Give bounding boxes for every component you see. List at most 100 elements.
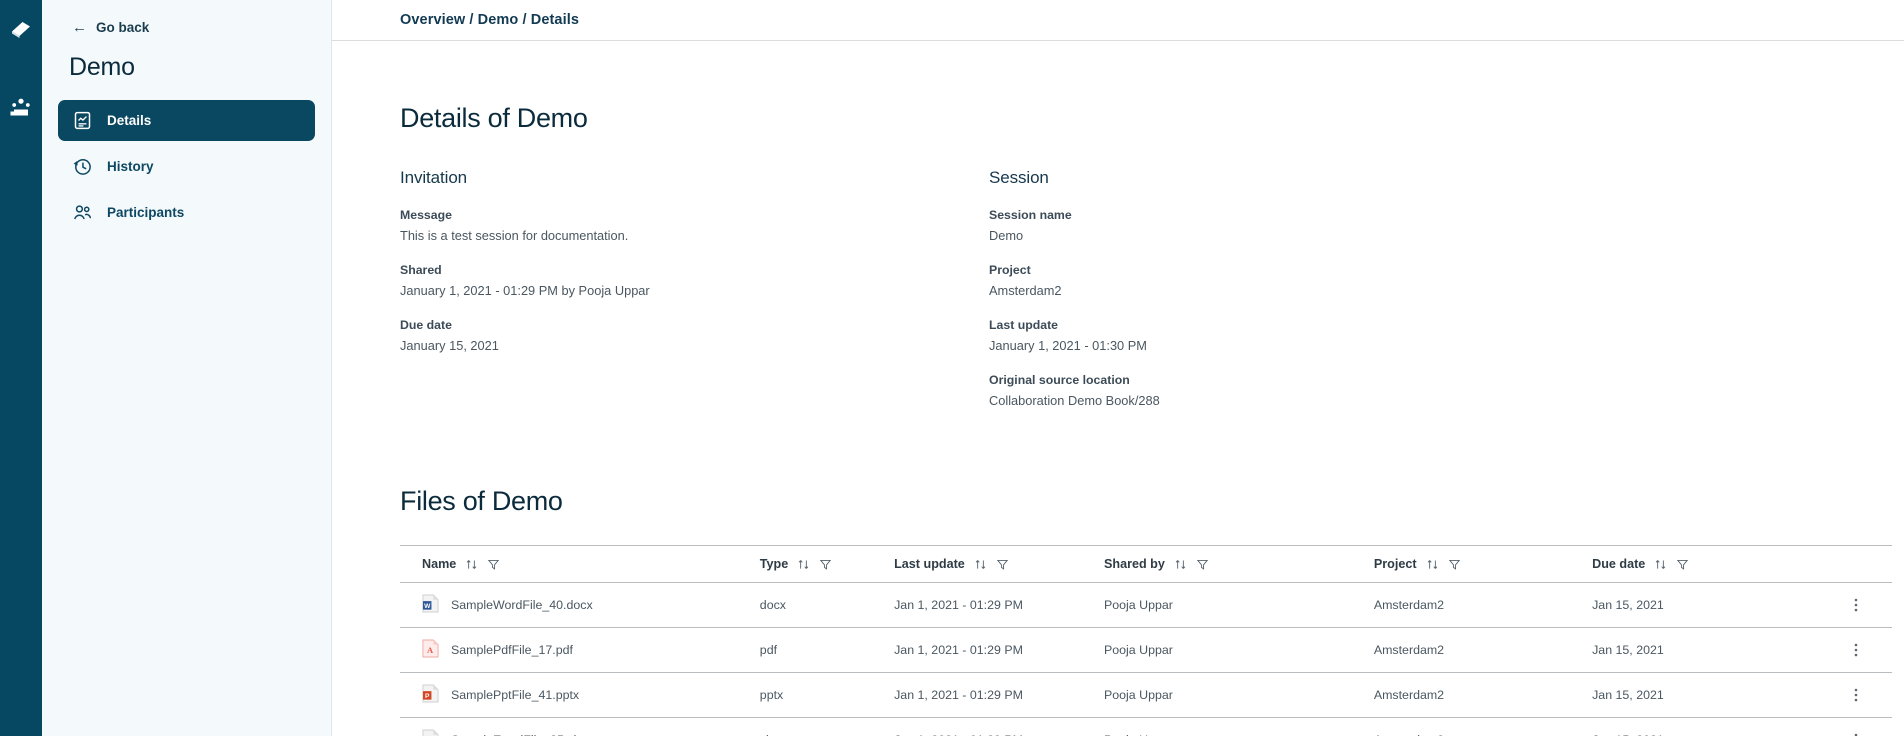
history-clock-icon (72, 156, 93, 177)
sidebar-item-details[interactable]: Details (58, 100, 315, 141)
column-header-name: Name (400, 545, 760, 583)
table-row[interactable]: A SamplePdfFile_17.pdf pdf Jan 1, 2021 -… (400, 627, 1892, 673)
files-table: Name Type Last update Shared by Project … (400, 545, 1892, 736)
column-label: Project (1373, 557, 1417, 571)
file-due-date: Jan 15, 2021 (1592, 627, 1820, 673)
invitation-heading: Invitation (400, 168, 468, 187)
file-shared-by: Pooja Uppar (1103, 672, 1374, 718)
field-session-name: Session name Demo (989, 208, 1474, 243)
sidebar-item-label: Details (107, 113, 152, 128)
sidebar-item-label: History (107, 159, 154, 174)
book-logo-icon[interactable] (0, 8, 42, 50)
sort-icon[interactable] (465, 558, 478, 571)
file-project: Amsterdam2 (1373, 672, 1593, 718)
more-options-icon[interactable] (1820, 597, 1892, 613)
page-title: Details of Demo (400, 103, 588, 133)
column-label: Last update (894, 557, 965, 571)
file-type: pptx (759, 672, 895, 718)
column-header-type: Type (759, 545, 895, 583)
details-columns: Invitation Message This is a test sessio… (400, 168, 1892, 428)
filter-icon[interactable] (487, 558, 500, 571)
content-scroll: Details of Demo Invitation Message This … (332, 41, 1904, 736)
file-type: pdf (759, 627, 895, 673)
sort-icon[interactable] (1174, 558, 1187, 571)
field-label: Due date (400, 318, 452, 332)
filter-icon[interactable] (1676, 558, 1689, 571)
field-value: January 1, 2021 - 01:30 PM (989, 338, 1147, 353)
file-shared-by: Pooja Uppar (1103, 717, 1374, 736)
column-header-last-update: Last update (894, 545, 1104, 583)
svg-text:A: A (427, 645, 434, 655)
file-name[interactable]: SamplePdfFile_17.pdf (451, 643, 573, 657)
table-row[interactable]: X SampleExcelFile_35.xlsx xlsx Jan 1, 20… (400, 717, 1892, 736)
filter-icon[interactable] (1196, 558, 1209, 571)
session-sidebar: ← Go back Demo Details History Participa… (42, 0, 332, 736)
field-value: January 1, 2021 - 01:29 PM by Pooja Uppa… (400, 283, 650, 298)
sort-icon[interactable] (797, 558, 810, 571)
field-label: Original source location (989, 373, 1130, 387)
sidebar-item-label: Participants (107, 205, 185, 220)
filter-icon[interactable] (996, 558, 1009, 571)
sort-icon[interactable] (1426, 558, 1439, 571)
sort-icon[interactable] (1654, 558, 1667, 571)
field-value: Demo (989, 228, 1024, 243)
back-arrow-icon: ← (72, 19, 87, 36)
column-label: Type (759, 557, 789, 571)
app-root: ← Go back Demo Details History Participa… (0, 0, 1904, 736)
sort-icon[interactable] (974, 558, 987, 571)
breadcrumb[interactable]: Overview / Demo / Details (400, 12, 579, 28)
file-last-update: Jan 1, 2021 - 01:29 PM (894, 627, 1104, 673)
more-options-icon[interactable] (1820, 687, 1892, 703)
svg-text:P: P (425, 693, 430, 700)
file-shared-by: Pooja Uppar (1103, 582, 1374, 628)
sidebar-title: Demo (69, 53, 135, 81)
file-project: Amsterdam2 (1373, 627, 1593, 673)
field-project: Project Amsterdam2 (989, 263, 1474, 298)
column-header-actions (1819, 545, 1892, 583)
collaboration-group-icon[interactable] (0, 86, 42, 128)
filter-icon[interactable] (1448, 558, 1461, 571)
svg-text:W: W (424, 603, 431, 610)
file-project: Amsterdam2 (1373, 717, 1593, 736)
files-title: Files of Demo (400, 486, 563, 516)
field-label: Project (989, 263, 1031, 277)
field-value: This is a test session for documentation… (400, 228, 629, 243)
more-options-icon[interactable] (1820, 642, 1892, 658)
file-name[interactable]: SampleWordFile_40.docx (451, 598, 593, 612)
table-row[interactable]: W SampleWordFile_40.docx docx Jan 1, 202… (400, 582, 1892, 628)
field-shared: Shared January 1, 2021 - 01:29 PM by Poo… (400, 263, 885, 298)
excel-file-icon: X (422, 729, 439, 736)
sidebar-item-participants[interactable]: Participants (58, 192, 315, 233)
column-label: Name (422, 557, 457, 571)
file-last-update: Jan 1, 2021 - 01:29 PM (894, 717, 1104, 736)
field-original-source-location: Original source location Collaboration D… (989, 373, 1474, 408)
powerpoint-file-icon: P (422, 684, 439, 706)
table-row[interactable]: P SamplePptFile_41.pptx pptx Jan 1, 2021… (400, 672, 1892, 718)
more-options-icon[interactable] (1820, 732, 1892, 736)
go-back-button[interactable]: ← Go back (68, 14, 315, 41)
field-due-date: Due date January 15, 2021 (400, 318, 885, 353)
field-label: Message (400, 208, 452, 222)
main-area: Overview / Demo / Details Details of Dem… (332, 0, 1904, 736)
session-heading: Session (989, 168, 1049, 187)
file-last-update: Jan 1, 2021 - 01:29 PM (894, 672, 1104, 718)
file-due-date: Jan 15, 2021 (1592, 672, 1820, 718)
pdf-file-icon: A (422, 639, 439, 661)
file-name[interactable]: SamplePptFile_41.pptx (451, 688, 579, 702)
sidebar-item-history[interactable]: History (58, 146, 315, 187)
filter-icon[interactable] (819, 558, 832, 571)
field-last-update: Last update January 1, 2021 - 01:30 PM (989, 318, 1474, 353)
session-column: Session Session name Demo Project Amster… (989, 168, 1474, 428)
field-message: Message This is a test session for docum… (400, 208, 885, 243)
column-label: Shared by (1103, 557, 1165, 571)
field-label: Shared (400, 263, 442, 277)
file-project: Amsterdam2 (1373, 582, 1593, 628)
column-label: Due date (1592, 557, 1646, 571)
file-last-update: Jan 1, 2021 - 01:29 PM (894, 582, 1104, 628)
field-label: Last update (989, 318, 1059, 332)
field-value: Amsterdam2 (989, 283, 1062, 298)
invitation-column: Invitation Message This is a test sessio… (400, 168, 885, 428)
column-header-shared-by: Shared by (1103, 545, 1374, 583)
top-bar: Overview / Demo / Details (332, 0, 1904, 41)
column-header-project: Project (1373, 545, 1593, 583)
